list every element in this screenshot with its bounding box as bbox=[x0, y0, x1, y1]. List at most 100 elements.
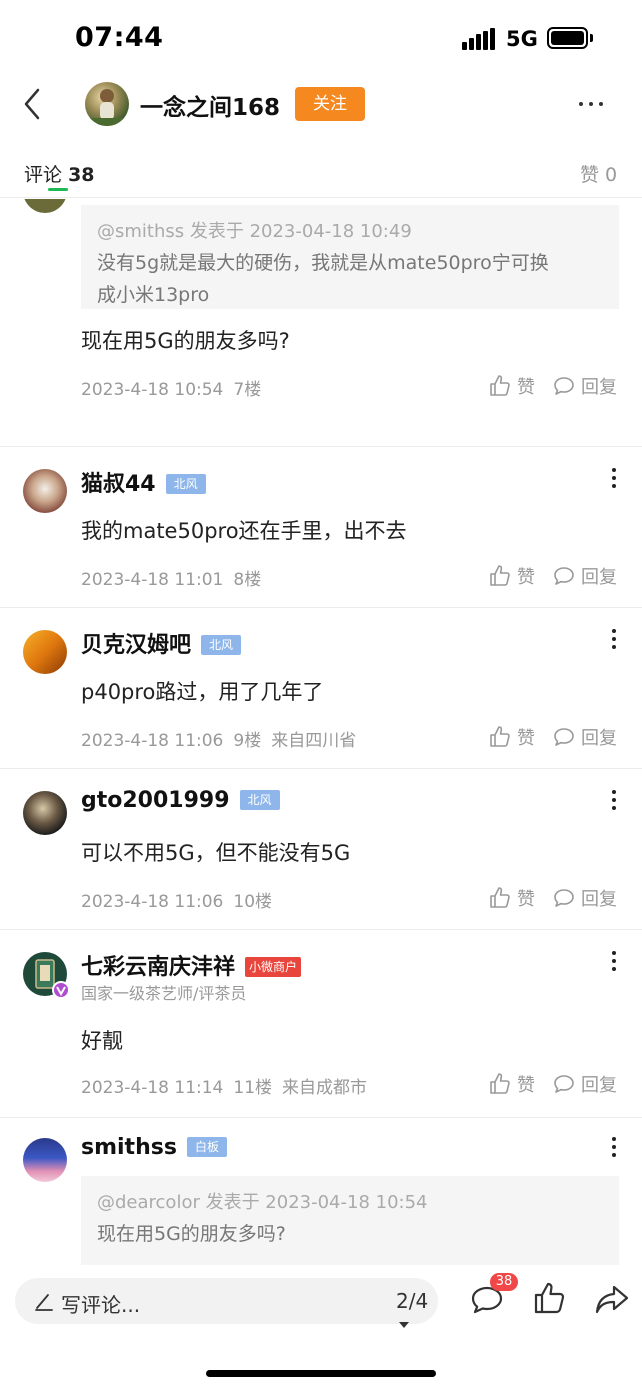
commenter-avatar[interactable] bbox=[23, 1138, 67, 1182]
commenter-name[interactable]: 猫叔44 北风 bbox=[81, 466, 206, 498]
comment-date: 2023-4-18 11:14 bbox=[81, 1078, 224, 1098]
comment-floor: 7楼 bbox=[233, 380, 262, 400]
like-button[interactable]: 赞 bbox=[488, 724, 535, 750]
like-post-button[interactable] bbox=[532, 1280, 568, 1316]
comment-item: @smithss 发表于 2023-04-18 10:49 没有5g就是最大的硬… bbox=[0, 199, 642, 447]
commenter-name[interactable]: 贝克汉姆吧 北风 bbox=[81, 627, 242, 659]
comment-menu-button[interactable] bbox=[608, 627, 620, 651]
tab-comments[interactable]: 评论 38 bbox=[24, 160, 95, 187]
comment-text: 可以不用5G，但不能没有5G bbox=[81, 841, 351, 865]
commenter-title: 国家一级茶艺师/评茶员 bbox=[81, 984, 247, 1003]
reply-button[interactable]: 回复 bbox=[552, 373, 617, 399]
comment-floor: 8楼 bbox=[233, 570, 262, 590]
commenter-avatar[interactable] bbox=[23, 791, 67, 835]
user-badge: 北风 bbox=[201, 635, 242, 655]
comment-location: 来自四川省 bbox=[271, 731, 357, 751]
follow-button[interactable]: 关注 bbox=[295, 87, 365, 121]
comment-date: 2023-4-18 11:01 bbox=[81, 570, 224, 590]
reply-button[interactable]: 回复 bbox=[552, 885, 617, 911]
commenter-name[interactable]: smithss 白板 bbox=[81, 1135, 227, 1160]
like-button[interactable]: 赞 bbox=[488, 563, 535, 589]
home-indicator[interactable] bbox=[206, 1370, 436, 1377]
commenter-name-text: gto2001999 bbox=[81, 788, 230, 813]
comment-menu-button[interactable] bbox=[608, 1135, 620, 1159]
status-time: 07:44 bbox=[75, 22, 164, 53]
share-button[interactable] bbox=[594, 1282, 630, 1316]
quoted-comment[interactable]: @smithss 发表于 2023-04-18 10:49 没有5g就是最大的硬… bbox=[81, 205, 619, 309]
comment-meta: 2023-4-18 11:06 10楼 bbox=[81, 887, 282, 912]
like-button[interactable]: 赞 bbox=[488, 885, 535, 911]
reply-label: 回复 bbox=[581, 889, 617, 910]
commenter-avatar[interactable] bbox=[23, 952, 70, 999]
status-bar: 07:44 5G bbox=[0, 0, 642, 76]
comment-list[interactable]: @smithss 发表于 2023-04-18 10:49 没有5g就是最大的硬… bbox=[0, 199, 642, 1265]
battery-icon bbox=[547, 27, 588, 49]
network-type: 5G bbox=[506, 27, 538, 51]
quote-text: 现在用5G的朋友多吗? bbox=[97, 1223, 286, 1245]
reply-label: 回复 bbox=[581, 377, 617, 398]
thumbs-up-icon bbox=[534, 1282, 565, 1314]
cellular-signal-icon bbox=[462, 28, 496, 50]
author-avatar[interactable] bbox=[85, 82, 129, 126]
commenter-avatar[interactable] bbox=[23, 630, 67, 674]
thumbs-up-icon bbox=[490, 887, 510, 908]
commenter-name[interactable]: gto2001999 北风 bbox=[81, 788, 280, 813]
tab-likes[interactable]: 赞 0 bbox=[580, 160, 617, 187]
commenter-avatar[interactable] bbox=[23, 469, 67, 513]
comment-location: 来自成都市 bbox=[282, 1078, 368, 1098]
user-badge: 北风 bbox=[239, 790, 280, 810]
like-label: 赞 bbox=[517, 889, 535, 910]
post-header: 一念之间168 关注 bbox=[0, 76, 642, 132]
battery-tip bbox=[590, 34, 593, 42]
comment-text: p40pro路过，用了几年了 bbox=[81, 680, 324, 704]
chevron-left-icon bbox=[24, 88, 40, 120]
more-options-button[interactable] bbox=[576, 91, 606, 117]
comment-date: 2023-4-18 10:54 bbox=[81, 380, 224, 400]
comment-menu-button[interactable] bbox=[608, 949, 620, 973]
commenter-avatar[interactable] bbox=[23, 199, 67, 213]
pen-icon bbox=[35, 1294, 53, 1311]
comment-meta: 2023-4-18 11:14 11楼 来自成都市 bbox=[81, 1073, 377, 1098]
comment-item: 七彩云南庆沣祥 小微商户 国家一级茶艺师/评茶员 好靓 2023-4-18 11:… bbox=[0, 930, 642, 1118]
thumbs-up-icon bbox=[490, 375, 510, 396]
reply-button[interactable]: 回复 bbox=[552, 563, 617, 589]
commenter-name-text: smithss bbox=[81, 1135, 177, 1160]
comment-floor: 11楼 bbox=[233, 1078, 273, 1098]
commenter-name-text: 猫叔44 bbox=[81, 472, 156, 497]
like-button[interactable]: 赞 bbox=[488, 1071, 535, 1097]
quote-text: 没有5g就是最大的硬伤，我就是从mate50pro宁可换 成小米13pro bbox=[97, 247, 603, 311]
write-comment-input[interactable]: 写评论... 2/4 bbox=[15, 1278, 438, 1328]
comment-count-badge: 38 bbox=[490, 1273, 518, 1291]
comment-item: gto2001999 北风 可以不用5G，但不能没有5G 2023-4-18 11… bbox=[0, 769, 642, 930]
comment-item: 贝克汉姆吧 北风 p40pro路过，用了几年了 2023-4-18 11:06 9楼… bbox=[0, 608, 642, 769]
chat-bubble-icon bbox=[554, 728, 574, 746]
quote-text-line: 成小米13pro bbox=[97, 284, 210, 306]
comment-item: smithss 白板 @dearcolor 发表于 2023-04-18 10:5… bbox=[0, 1118, 642, 1265]
thumbs-up-icon bbox=[490, 726, 510, 747]
back-button[interactable] bbox=[16, 84, 50, 124]
like-button[interactable]: 赞 bbox=[488, 373, 535, 399]
reply-button[interactable]: 回复 bbox=[552, 1071, 617, 1097]
comment-meta: 2023-4-18 11:01 8楼 bbox=[81, 565, 271, 590]
author-name[interactable]: 一念之间168 bbox=[140, 88, 280, 122]
caret-down-icon bbox=[399, 1322, 409, 1328]
user-badge: 北风 bbox=[165, 474, 206, 494]
like-label: 赞 bbox=[517, 1075, 535, 1096]
comment-tabs: 评论 38 赞 0 bbox=[0, 150, 642, 198]
active-tab-indicator bbox=[48, 188, 68, 191]
commenter-name-text: 七彩云南庆沣祥 bbox=[81, 955, 236, 980]
chat-bubble-icon bbox=[554, 377, 574, 395]
quote-text-line: 没有5g就是最大的硬伤，我就是从mate50pro宁可换 bbox=[97, 252, 549, 274]
comment-floor: 9楼 bbox=[233, 731, 262, 751]
comment-menu-button[interactable] bbox=[608, 788, 620, 812]
reply-label: 回复 bbox=[581, 728, 617, 749]
comment-text: 我的mate50pro还在手里，出不去 bbox=[81, 519, 407, 543]
user-badge: 白板 bbox=[186, 1137, 227, 1157]
quoted-comment[interactable]: @dearcolor 发表于 2023-04-18 10:54 现在用5G的朋友… bbox=[81, 1176, 619, 1265]
page-selector[interactable]: 2/4 bbox=[396, 1289, 438, 1337]
reply-button[interactable]: 回复 bbox=[552, 724, 617, 750]
comment-date: 2023-4-18 11:06 bbox=[81, 892, 224, 912]
commenter-name[interactable]: 七彩云南庆沣祥 小微商户 bbox=[81, 949, 302, 981]
bottom-action-bar: 写评论... 2/4 38 bbox=[0, 1265, 642, 1389]
comment-menu-button[interactable] bbox=[608, 466, 620, 490]
